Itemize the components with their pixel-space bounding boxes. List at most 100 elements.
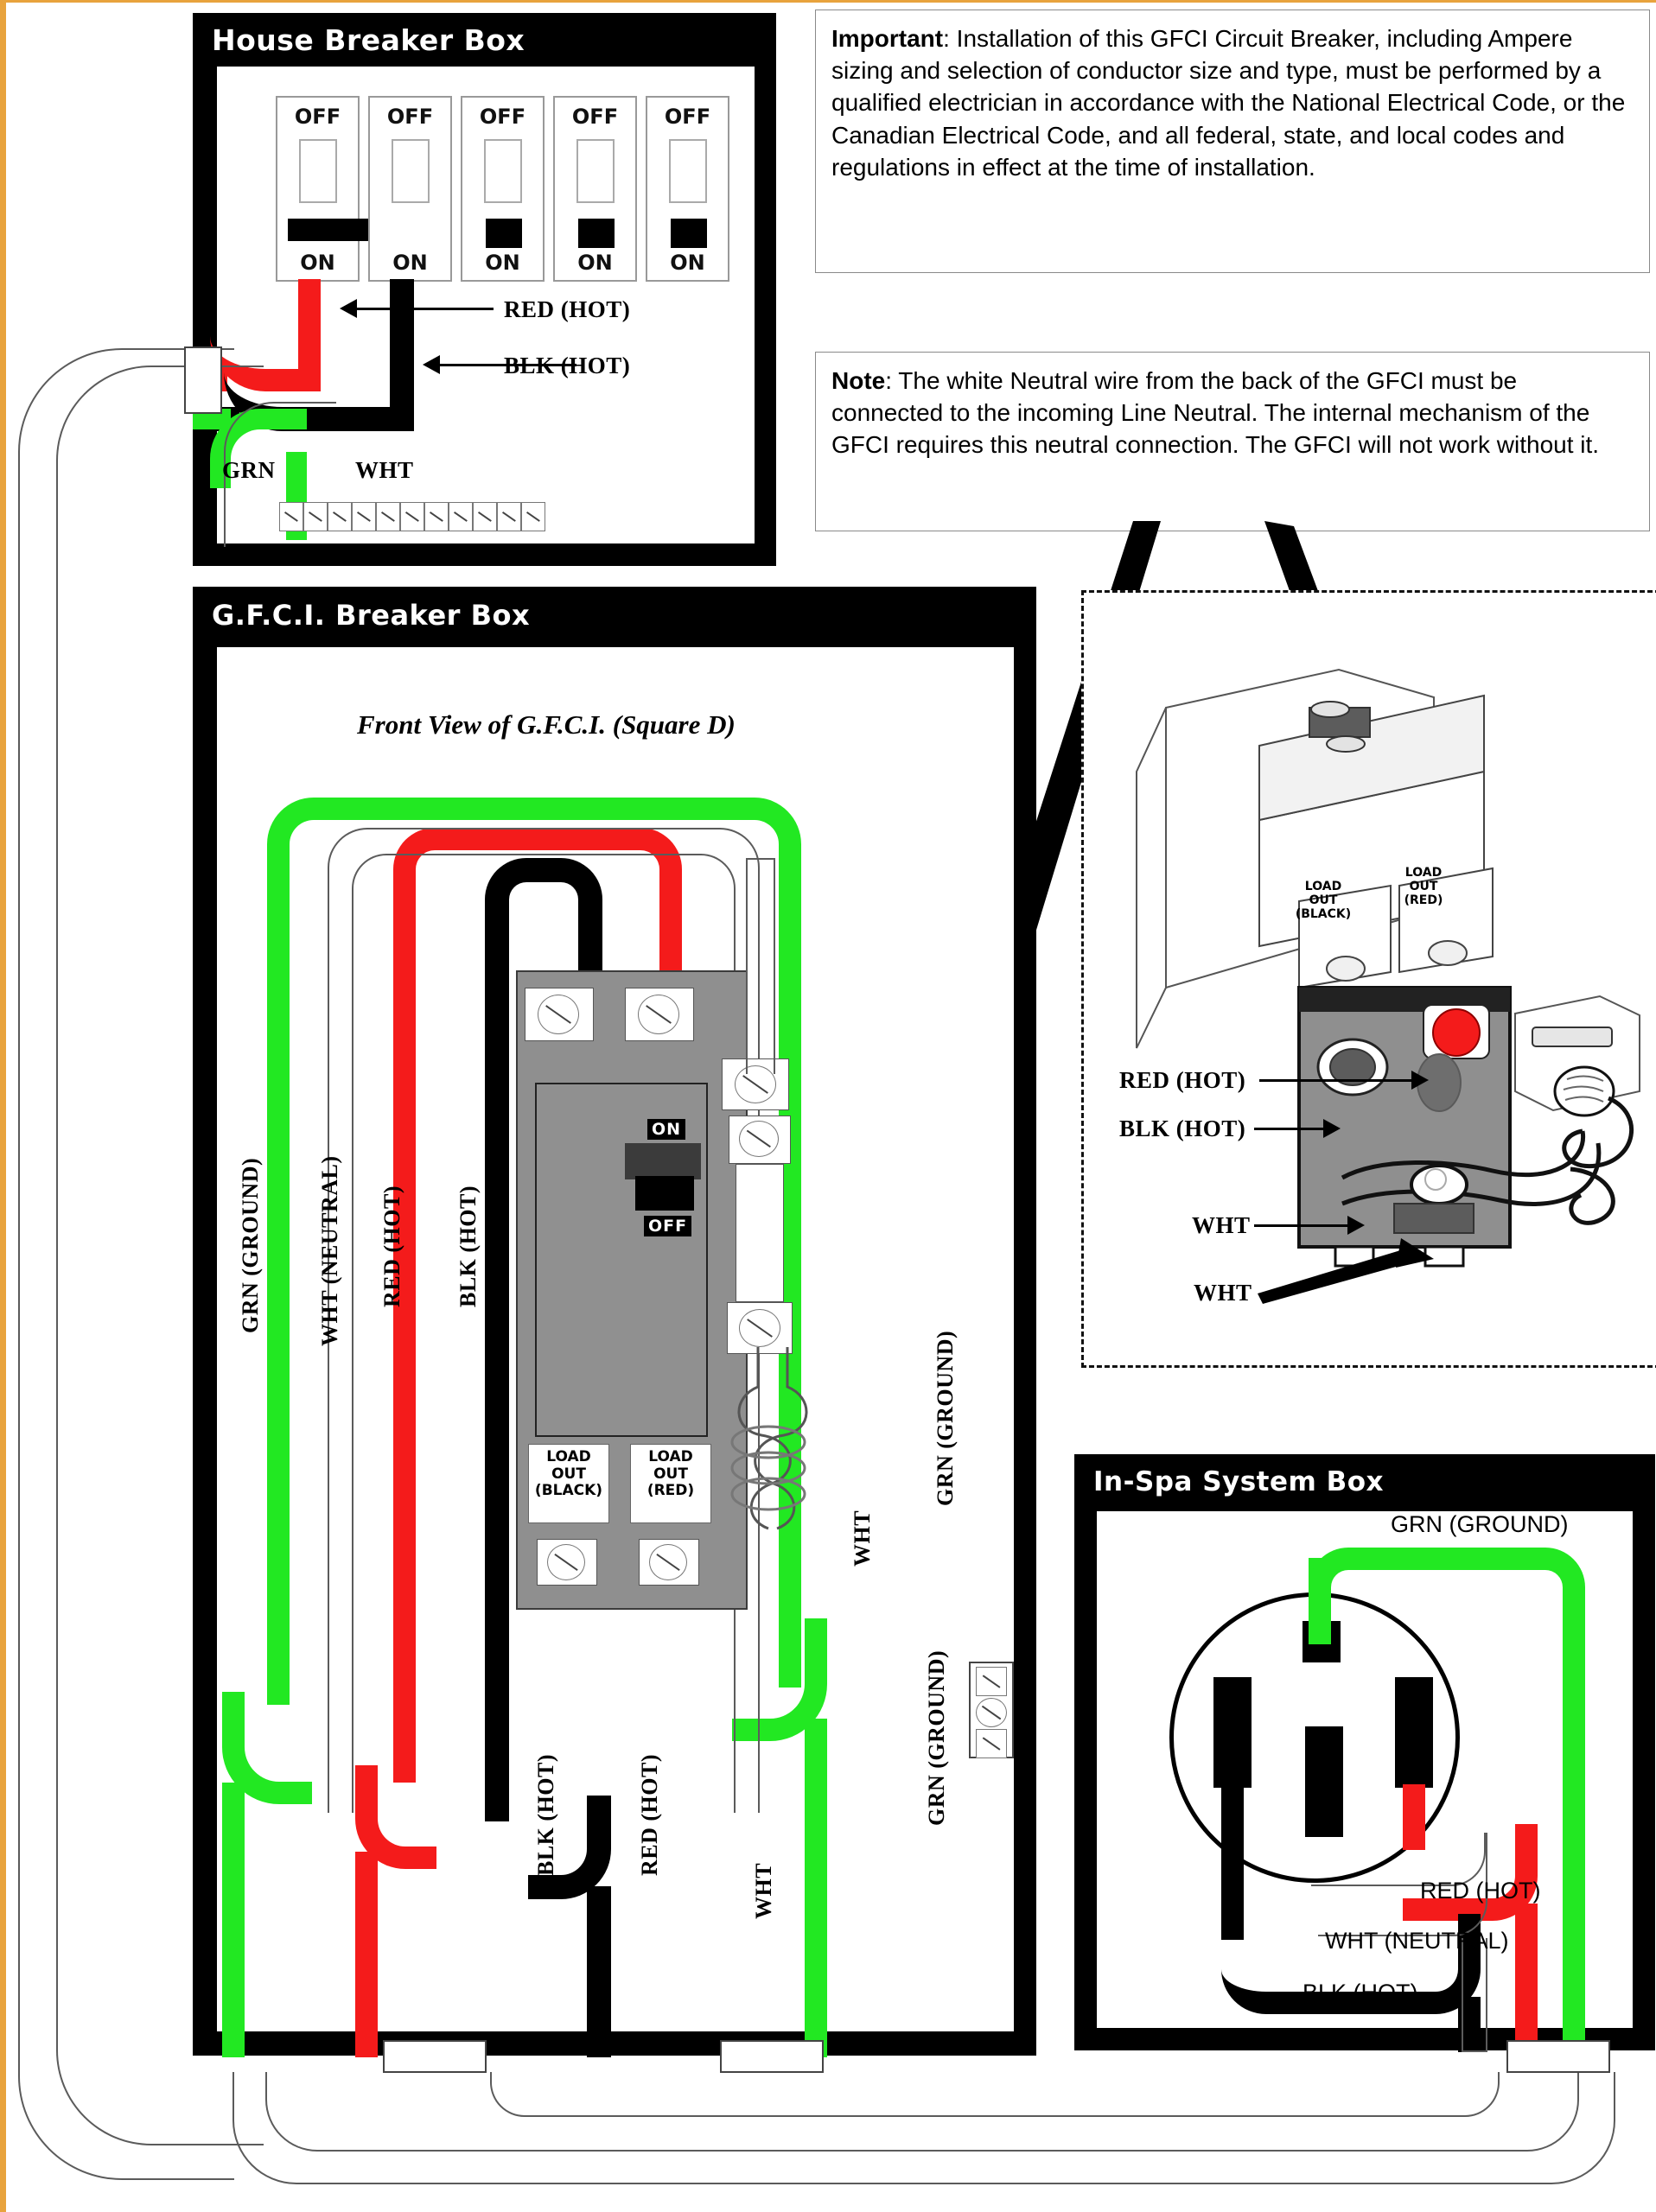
bottom-view-red-hot-label: RED (HOT) bbox=[1119, 1067, 1246, 1093]
gfci-label-red-hot-upper: RED (HOT) bbox=[379, 1185, 404, 1307]
breaker-on-label: ON bbox=[670, 251, 705, 275]
bottom-view-wht2-arrow bbox=[1258, 1238, 1434, 1304]
spa-blk-hot-label: BLK (HOT) bbox=[1303, 1980, 1418, 2005]
bottom-view-load-black-tag: LOAD OUT (BLACK) bbox=[1287, 875, 1360, 936]
bv-load-black-line3: (BLACK) bbox=[1295, 907, 1352, 922]
gfci-breaker-toggle[interactable] bbox=[625, 1143, 701, 1179]
ground-bar-terminal[interactable] bbox=[352, 502, 376, 531]
gfci-green-wire-right-lower bbox=[805, 1719, 827, 2057]
ground-bar-terminal[interactable] bbox=[279, 502, 303, 531]
bv-load-red-line2: OUT bbox=[1409, 880, 1438, 894]
load-out-red-line1: LOAD bbox=[648, 1448, 693, 1465]
gfci-label-blk-hot-lower: BLK (HOT) bbox=[533, 1753, 558, 1876]
load-out-black-line1: LOAD bbox=[546, 1448, 591, 1465]
spa-grn-ground-label: GRN (GROUND) bbox=[1391, 1511, 1569, 1537]
spa-white-wire-down bbox=[1462, 1938, 1487, 2052]
gfci-line-lug-black-screw[interactable] bbox=[538, 995, 579, 1034]
house-red-hot-label: RED (HOT) bbox=[504, 296, 631, 322]
gfci-line-lug-red-screw[interactable] bbox=[638, 995, 679, 1034]
ground-bar-terminal[interactable] bbox=[376, 502, 400, 531]
bottom-view-wht-label-2: WHT bbox=[1194, 1280, 1252, 1306]
gfci-ground-terminal-screw-bottom[interactable] bbox=[976, 1729, 1007, 1758]
gfci-ground-terminal-screw-top[interactable] bbox=[976, 1667, 1007, 1696]
breaker-off-label: OFF bbox=[664, 105, 711, 129]
gfci-on-label: ON bbox=[647, 1119, 686, 1140]
ground-bar-terminal[interactable] bbox=[521, 502, 545, 531]
breaker-toggle[interactable] bbox=[671, 219, 707, 248]
conduit-house-to-gfci-left-2 bbox=[56, 365, 264, 2145]
bottom-view-wht-label-1: WHT bbox=[1192, 1212, 1251, 1238]
spa-green-wire-elbow bbox=[1309, 1548, 1585, 1644]
bottom-view-wht1-arrow-line bbox=[1254, 1224, 1351, 1227]
breaker-slot bbox=[391, 139, 430, 203]
load-out-black-line2: OUT bbox=[551, 1465, 586, 1483]
gfci-breaker-toggle-lower[interactable] bbox=[635, 1176, 694, 1211]
bottom-view-blk-arrow-line bbox=[1254, 1128, 1327, 1130]
conduit-cap-gfci-bottom-mid bbox=[720, 2040, 824, 2073]
bv-load-red-line1: LOAD bbox=[1404, 866, 1443, 880]
ground-bar-terminal[interactable] bbox=[400, 502, 424, 531]
bottom-view-load-red-tag: LOAD OUT (RED) bbox=[1387, 861, 1460, 922]
bottom-view-blk-arrow-head bbox=[1323, 1119, 1341, 1138]
gfci-ground-terminal-nut bbox=[976, 1698, 1007, 1727]
gfci-label-red-hot-lower: RED (HOT) bbox=[637, 1754, 662, 1876]
ground-bar-terminal[interactable] bbox=[497, 502, 521, 531]
important-callout: Important: Installation of this GFCI Cir… bbox=[815, 10, 1650, 273]
spa-neutral-prong bbox=[1305, 1726, 1343, 1837]
spa-wht-neutral-label: WHT (NEUTRAL) bbox=[1325, 1928, 1509, 1954]
gfci-load-out-red-tag: LOAD OUT (RED) bbox=[630, 1444, 711, 1523]
ground-bar-terminal[interactable] bbox=[449, 502, 473, 531]
conduit-cap-house-left bbox=[184, 346, 222, 414]
gfci-neutral-lug-bottom-screw[interactable] bbox=[739, 1309, 780, 1347]
gfci-front-view-subtitle: Front View of G.F.C.I. (Square D) bbox=[357, 709, 736, 740]
gfci-neutral-lug-mid-screw[interactable] bbox=[739, 1121, 779, 1157]
house-breaker-switch-2[interactable]: OFF ON bbox=[368, 96, 452, 282]
breaker-toggle[interactable] bbox=[486, 219, 522, 248]
breaker-off-label: OFF bbox=[386, 105, 434, 129]
gfci-load-out-black-tag: LOAD OUT (BLACK) bbox=[528, 1444, 609, 1523]
load-out-red-line3: (RED) bbox=[646, 1482, 695, 1500]
ground-bar-terminal[interactable] bbox=[328, 502, 352, 531]
breaker-slot bbox=[483, 139, 522, 203]
breaker-on-label: ON bbox=[577, 251, 613, 275]
conduit-gfci-to-spa bbox=[490, 2072, 1500, 2117]
house-breaker-switch-3[interactable]: OFF ON bbox=[461, 96, 545, 282]
breaker-toggle[interactable] bbox=[578, 219, 615, 248]
house-breaker-switch-1[interactable]: OFF ON bbox=[276, 96, 417, 282]
bottom-view-red-arrow-line bbox=[1259, 1079, 1415, 1082]
gfci-load-black-screw[interactable] bbox=[547, 1544, 585, 1580]
gfci-load-red-screw[interactable] bbox=[649, 1544, 687, 1580]
spa-right-hot-prong bbox=[1395, 1677, 1433, 1788]
red-hot-arrow-line bbox=[355, 308, 494, 310]
gfci-label-wht-lower: WHT bbox=[751, 1862, 776, 1919]
red-hot-arrow-head bbox=[340, 299, 357, 318]
gfci-label-grn-ground-lower: GRN (GROUND) bbox=[924, 1649, 949, 1826]
house-wht-label: WHT bbox=[355, 457, 414, 483]
bottom-view-red-arrow-head bbox=[1411, 1071, 1429, 1090]
gfci-label-wht-right: WHT bbox=[850, 1510, 875, 1567]
gfci-label-blk-hot-upper: BLK (HOT) bbox=[455, 1185, 481, 1307]
gfci-green-wire-left bbox=[267, 901, 290, 1705]
conduit-cap-spa-bottom bbox=[1506, 2040, 1610, 2073]
ground-bar-terminal[interactable] bbox=[424, 502, 449, 531]
gfci-off-label: OFF bbox=[644, 1216, 692, 1236]
breaker-slot bbox=[668, 139, 707, 203]
bv-load-red-line3: (RED) bbox=[1404, 893, 1443, 908]
gfci-black-wire-down bbox=[587, 1886, 611, 2057]
blk-hot-arrow-head bbox=[423, 355, 440, 374]
gfci-neutral-coil bbox=[730, 1347, 808, 1530]
gfci-red-wire-left-lower bbox=[355, 1852, 378, 2057]
spa-left-hot-prong bbox=[1213, 1677, 1252, 1788]
bv-load-black-line2: OUT bbox=[1309, 893, 1338, 908]
note-body: : The white Neutral wire from the back o… bbox=[831, 367, 1600, 459]
conduit-cap-gfci-bottom-left bbox=[383, 2040, 487, 2073]
ground-bar-terminal[interactable] bbox=[473, 502, 497, 531]
important-label: Important bbox=[831, 25, 944, 52]
in-spa-system-box-title: In-Spa System Box bbox=[1093, 1466, 1385, 1497]
house-breaker-switch-4[interactable]: OFF ON bbox=[553, 96, 637, 282]
breaker-slot bbox=[576, 139, 615, 203]
house-breaker-switch-5[interactable]: OFF ON bbox=[646, 96, 729, 282]
ground-bar-terminal[interactable] bbox=[303, 502, 328, 531]
gfci-label-wht-neutral-upper: WHT (NEUTRAL) bbox=[317, 1155, 342, 1346]
bottom-view-blk-hot-label: BLK (HOT) bbox=[1119, 1116, 1246, 1141]
